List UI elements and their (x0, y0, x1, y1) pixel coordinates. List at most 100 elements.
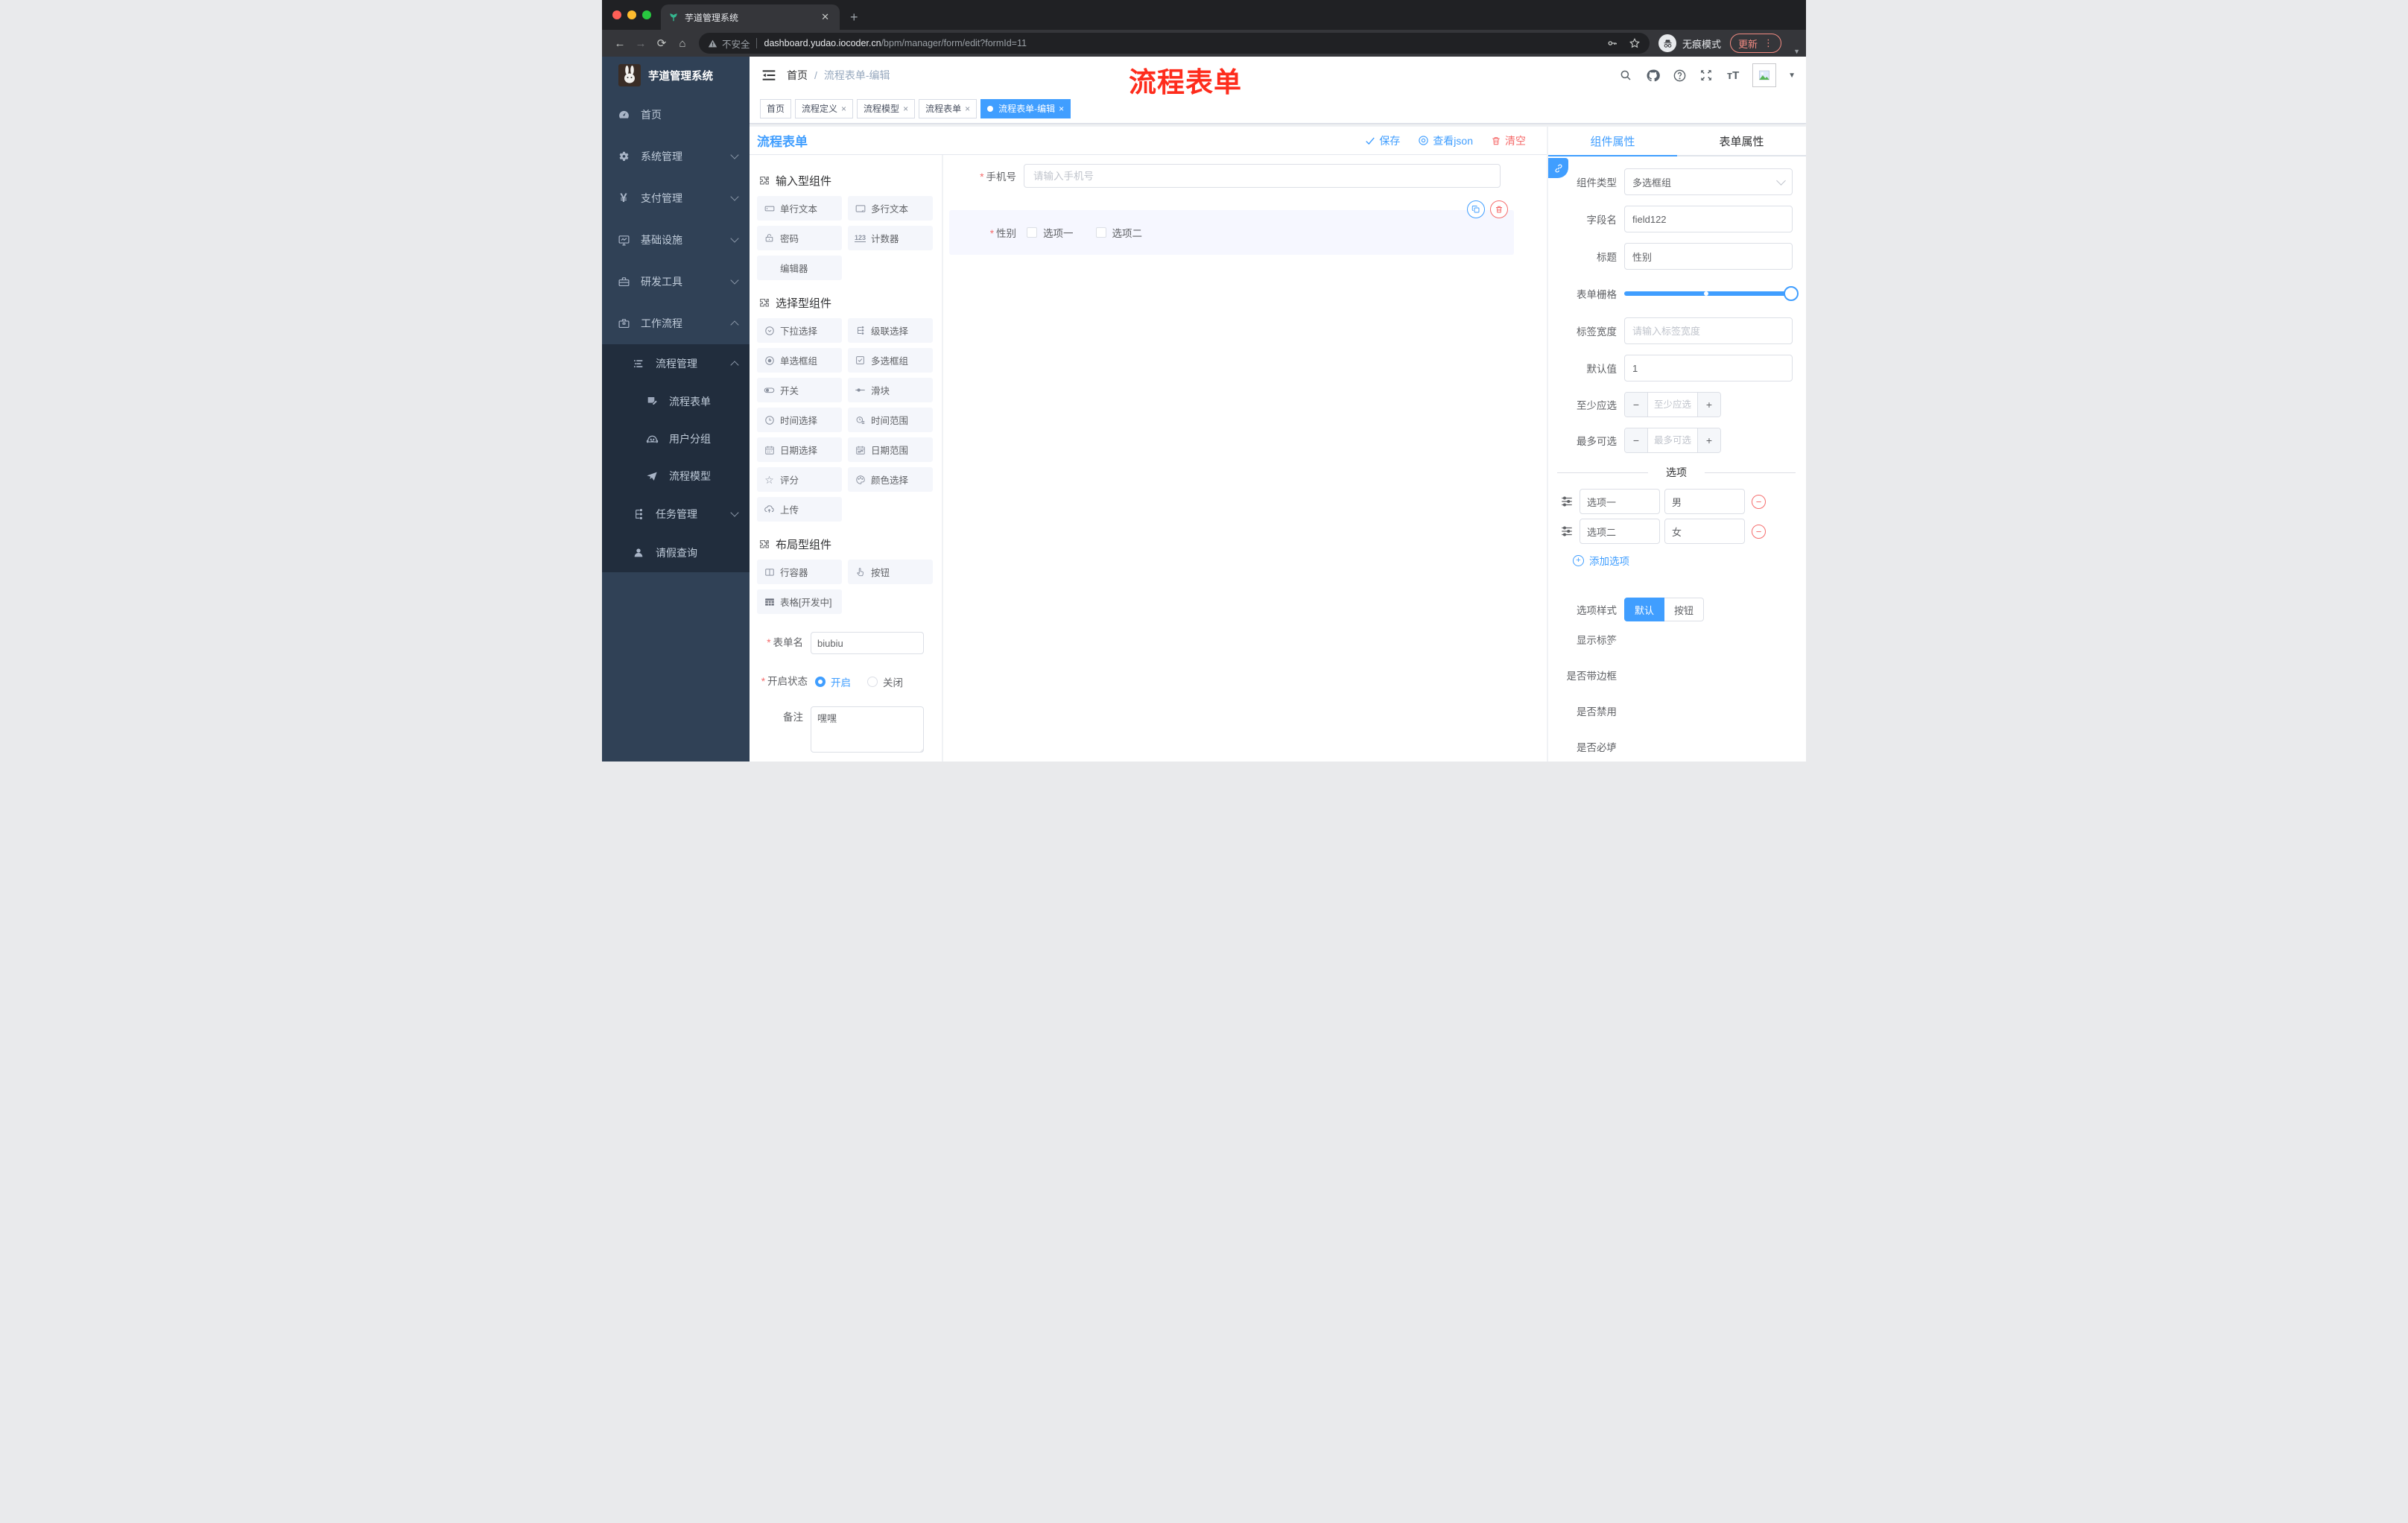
component-item-password[interactable]: 密码 (757, 226, 842, 250)
chrome-menu-icon[interactable]: ⋮ (1764, 37, 1773, 49)
user-menu-caret-icon[interactable]: ▼ (1788, 72, 1796, 80)
component-item-slider[interactable]: 滑块 (848, 378, 933, 402)
sidebar-item-workflow[interactable]: 工作流程 (602, 303, 750, 344)
field-name-input[interactable] (1624, 206, 1793, 232)
slider-handle[interactable] (1784, 286, 1799, 301)
gender-option2-checkbox[interactable]: 选项二 (1095, 225, 1142, 240)
bookmark-star-icon[interactable] (1629, 37, 1641, 49)
tag-process-model[interactable]: 流程模型 × (857, 98, 916, 118)
option2-label-input[interactable] (1580, 519, 1660, 544)
plus-button[interactable]: + (1697, 428, 1720, 452)
plus-button[interactable]: + (1697, 393, 1720, 417)
component-type-select[interactable]: 多选框组 (1624, 168, 1793, 195)
new-tab-button[interactable]: + (850, 4, 858, 30)
drag-handle-icon[interactable] (1560, 495, 1574, 508)
sidebar-item-process-form[interactable]: 流程表单 (602, 383, 750, 420)
form-name-input[interactable] (811, 632, 924, 654)
style-button-button[interactable]: 按钮 (1664, 598, 1705, 621)
sidebar-item-system[interactable]: 系统管理 (602, 136, 750, 177)
canvas-field-phone[interactable]: * 手机号 (949, 164, 1501, 188)
status-on-radio[interactable]: 开启 (815, 674, 851, 689)
tag-close-icon[interactable]: × (903, 104, 908, 114)
remove-option-button[interactable]: − (1752, 524, 1766, 539)
sidebar-item-process-mgmt[interactable]: 流程管理 (602, 344, 750, 383)
component-item-rate[interactable]: ☆ 评分 (757, 467, 842, 492)
component-item-button[interactable]: 按钮 (848, 560, 933, 584)
sidebar-item-user-group[interactable]: 用户分组 (602, 420, 750, 457)
tag-close-icon[interactable]: × (1059, 104, 1064, 114)
tag-close-icon[interactable]: × (965, 104, 970, 114)
forward-icon[interactable]: → (630, 37, 651, 50)
form-remark-textarea[interactable]: 嘿嘿 (811, 706, 924, 753)
min-checked-input[interactable] (1648, 393, 1697, 417)
help-icon[interactable] (1672, 68, 1687, 83)
chrome-dropdown-caret-icon[interactable]: ▼ (1793, 48, 1800, 55)
minus-button[interactable]: − (1625, 428, 1648, 452)
status-off-radio[interactable]: 关闭 (867, 674, 903, 689)
search-icon[interactable] (1618, 68, 1633, 83)
option1-value-input[interactable] (1664, 489, 1745, 514)
save-button[interactable]: 保存 (1365, 133, 1400, 148)
drag-handle-icon[interactable] (1560, 525, 1574, 538)
browser-tab[interactable]: 芋道管理系统 ✕ (661, 4, 840, 30)
sidebar-item-infra[interactable]: 基础设施 (602, 219, 750, 261)
password-key-icon[interactable] (1606, 37, 1618, 49)
component-item-radio-group[interactable]: 单选框组 (757, 348, 842, 373)
component-item-time-range[interactable]: 时间范围 (848, 408, 933, 432)
sidebar-collapse-icon[interactable] (761, 68, 776, 83)
default-value-input[interactable] (1624, 355, 1793, 381)
fullscreen-icon[interactable] (1699, 68, 1714, 83)
tag-process-form[interactable]: 流程表单 × (919, 98, 978, 118)
component-item-editor[interactable]: 编辑器 (757, 256, 842, 280)
component-item-switch[interactable]: 开关 (757, 378, 842, 402)
style-default-button[interactable]: 默认 (1624, 598, 1665, 621)
copy-component-button[interactable] (1467, 200, 1485, 218)
sidebar-item-task-mgmt[interactable]: 任务管理 (602, 495, 750, 533)
close-window-button[interactable] (612, 10, 621, 19)
component-item-date-range[interactable]: 日期范围 (848, 437, 933, 462)
avatar[interactable] (1752, 63, 1777, 87)
tab-close-icon[interactable]: ✕ (818, 11, 832, 23)
phone-input[interactable] (1024, 164, 1501, 188)
canvas-field-gender-selected[interactable]: * 性别 选项一 选项二 (949, 200, 1514, 255)
component-item-table[interactable]: 表格[开发中] (757, 589, 842, 614)
reload-icon[interactable]: ⟳ (651, 37, 672, 50)
sidebar-item-payment[interactable]: ¥ 支付管理 (602, 177, 750, 219)
label-width-input[interactable] (1624, 317, 1793, 344)
remove-option-button[interactable]: − (1752, 494, 1766, 509)
tag-process-form-edit[interactable]: 流程表单-编辑 × (980, 98, 1071, 118)
sidebar-item-devtools[interactable]: 研发工具 (602, 261, 750, 303)
form-grid-slider[interactable] (1624, 280, 1799, 307)
component-item-textarea[interactable]: 多行文本 (848, 196, 933, 221)
add-option-button[interactable]: + 添加选项 (1548, 553, 1806, 568)
sidebar-item-home[interactable]: 首页 (602, 94, 750, 136)
form-canvas[interactable]: *手机号 *性别 选项一 选项二 (943, 155, 1547, 762)
component-item-checkbox-group[interactable]: 多选框组 (848, 348, 933, 373)
minimize-window-button[interactable] (627, 10, 636, 19)
view-json-button[interactable]: 查看json (1418, 133, 1473, 148)
breadcrumb-home[interactable]: 首页 (787, 68, 808, 83)
github-icon[interactable] (1645, 68, 1660, 83)
component-item-text-input[interactable]: 单行文本 (757, 196, 842, 221)
component-item-color-picker[interactable]: 颜色选择 (848, 467, 933, 492)
minus-button[interactable]: − (1625, 393, 1648, 417)
component-item-cascader[interactable]: 级联选择 (848, 318, 933, 343)
option1-label-input[interactable] (1580, 489, 1660, 514)
home-icon[interactable]: ⌂ (672, 37, 693, 50)
component-item-time-picker[interactable]: 时间选择 (757, 408, 842, 432)
component-item-upload[interactable]: 上传 (757, 497, 842, 522)
tag-home[interactable]: 首页 (760, 98, 792, 118)
tab-component-props[interactable]: 组件属性 (1548, 127, 1677, 156)
gender-option1-checkbox[interactable]: 选项一 (1027, 225, 1074, 240)
max-checked-input[interactable] (1648, 428, 1697, 452)
component-item-date-picker[interactable]: 日期选择 (757, 437, 842, 462)
component-item-row-container[interactable]: 行容器 (757, 560, 842, 584)
tag-process-definition[interactable]: 流程定义 × (795, 98, 854, 118)
tab-form-props[interactable]: 表单属性 (1677, 127, 1806, 156)
delete-component-button[interactable] (1490, 200, 1508, 218)
font-size-icon[interactable]: ᴛT (1726, 68, 1740, 83)
back-icon[interactable]: ← (609, 37, 630, 50)
chrome-update-button[interactable]: 更新 ⋮ (1730, 34, 1782, 53)
component-item-select[interactable]: 下拉选择 (757, 318, 842, 343)
clear-button[interactable]: 清空 (1491, 133, 1526, 148)
